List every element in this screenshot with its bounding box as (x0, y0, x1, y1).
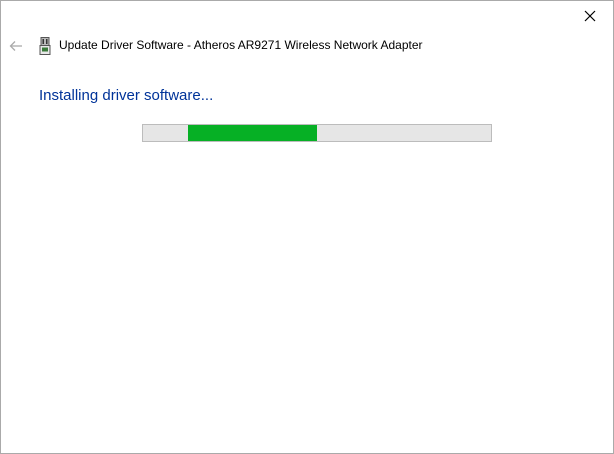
progress-bar (142, 124, 492, 142)
update-driver-dialog: Update Driver Software - Atheros AR9271 … (0, 0, 614, 454)
back-button[interactable] (7, 36, 25, 56)
network-adapter-icon (39, 37, 51, 55)
close-button[interactable] (567, 1, 613, 31)
wizard-header: Update Driver Software - Atheros AR9271 … (1, 33, 613, 59)
wizard-title: Update Driver Software - Atheros AR9271 … (59, 38, 423, 52)
arrow-left-icon (9, 41, 22, 51)
title-bar (1, 1, 613, 31)
progress-fill (188, 125, 317, 141)
main-instruction: Installing driver software... (39, 87, 214, 104)
close-icon (584, 10, 596, 22)
